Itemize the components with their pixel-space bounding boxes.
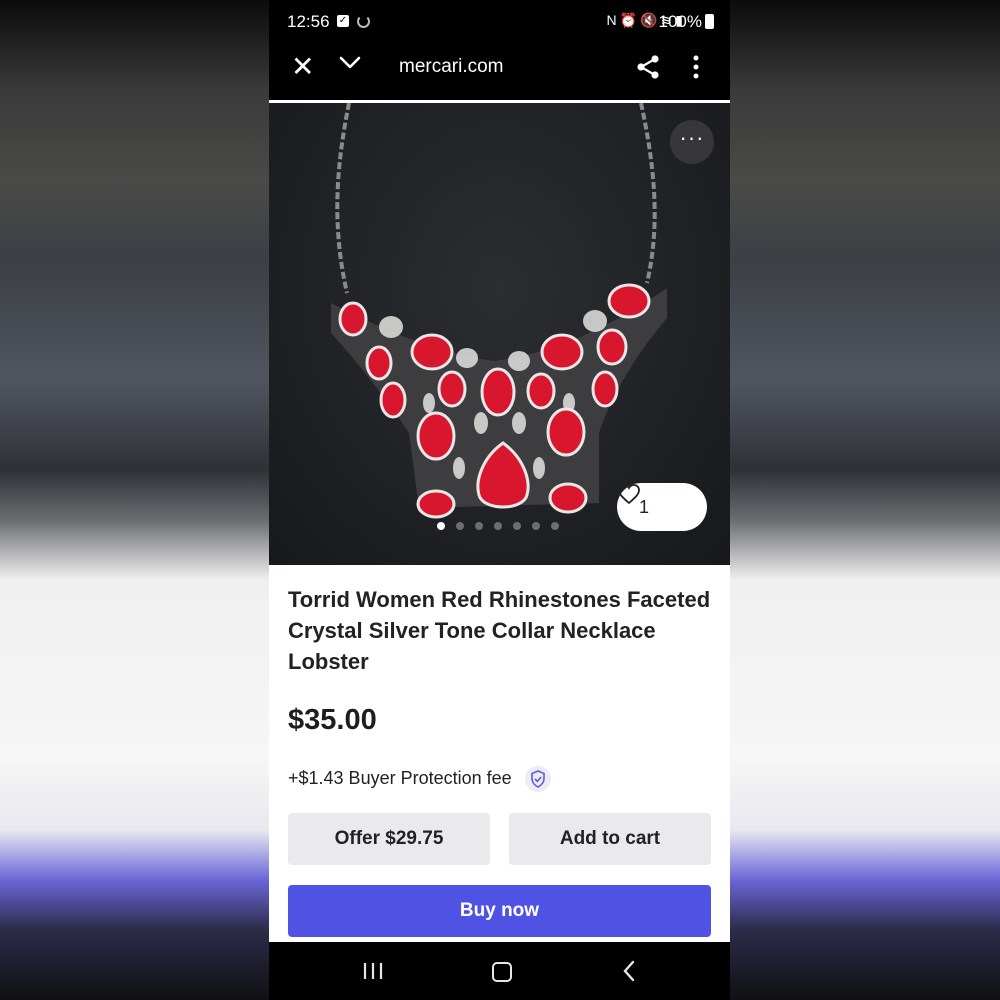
buy-now-button[interactable]: Buy now — [288, 885, 711, 937]
carousel-dot[interactable] — [475, 522, 483, 530]
carousel-dot[interactable] — [551, 522, 559, 530]
chevron-down-icon[interactable] — [339, 56, 361, 70]
browser-toolbar: ✕ mercari.com — [269, 42, 730, 100]
product-image[interactable]: ··· 1 — [269, 103, 730, 565]
nfc-icon: N — [606, 12, 620, 28]
share-icon[interactable] — [635, 54, 661, 80]
battery-percent: 100% — [658, 12, 702, 31]
image-options-button[interactable]: ··· — [670, 120, 714, 164]
battery-icon — [705, 14, 714, 29]
buyer-protection-fee: +$1.43 Buyer Protection fee — [288, 768, 512, 788]
product-price: $35.00 — [288, 704, 377, 736]
carousel-dot[interactable] — [437, 522, 445, 530]
mute-icon: 🔇 — [640, 12, 661, 28]
recent-apps-icon[interactable] — [361, 962, 385, 980]
shield-check-icon — [531, 770, 545, 788]
add-to-cart-button[interactable]: Add to cart — [509, 813, 711, 865]
status-time: 12:56 — [287, 12, 330, 31]
system-nav-bar — [269, 942, 730, 1000]
checkbox-notification-icon: ✓ — [337, 15, 349, 27]
url-bar[interactable]: mercari.com — [399, 56, 504, 78]
carousel-dot[interactable] — [456, 522, 464, 530]
offer-button[interactable]: Offer $29.75 — [288, 813, 490, 865]
like-button[interactable]: 1 — [617, 483, 707, 531]
more-vertical-icon[interactable] — [693, 54, 699, 80]
product-title: Torrid Women Red Rhinestones Faceted Cry… — [288, 587, 711, 674]
sync-icon — [357, 15, 370, 28]
carousel-dot[interactable] — [532, 522, 540, 530]
alarm-icon: ⏰ — [619, 12, 641, 28]
phone-screen: 12:56 ✓ N⏰🔇≋▮ 100% ✕ mercari.com ··· 1 T… — [269, 0, 730, 1000]
home-icon[interactable] — [492, 962, 512, 982]
status-bar: 12:56 ✓ N⏰🔇≋▮ 100% — [269, 0, 730, 42]
carousel-dot[interactable] — [513, 522, 521, 530]
heart-icon — [618, 484, 640, 505]
carousel-dot[interactable] — [494, 522, 502, 530]
shield-icon[interactable] — [525, 766, 551, 792]
back-icon[interactable] — [622, 960, 636, 982]
close-icon[interactable]: ✕ — [291, 52, 314, 82]
